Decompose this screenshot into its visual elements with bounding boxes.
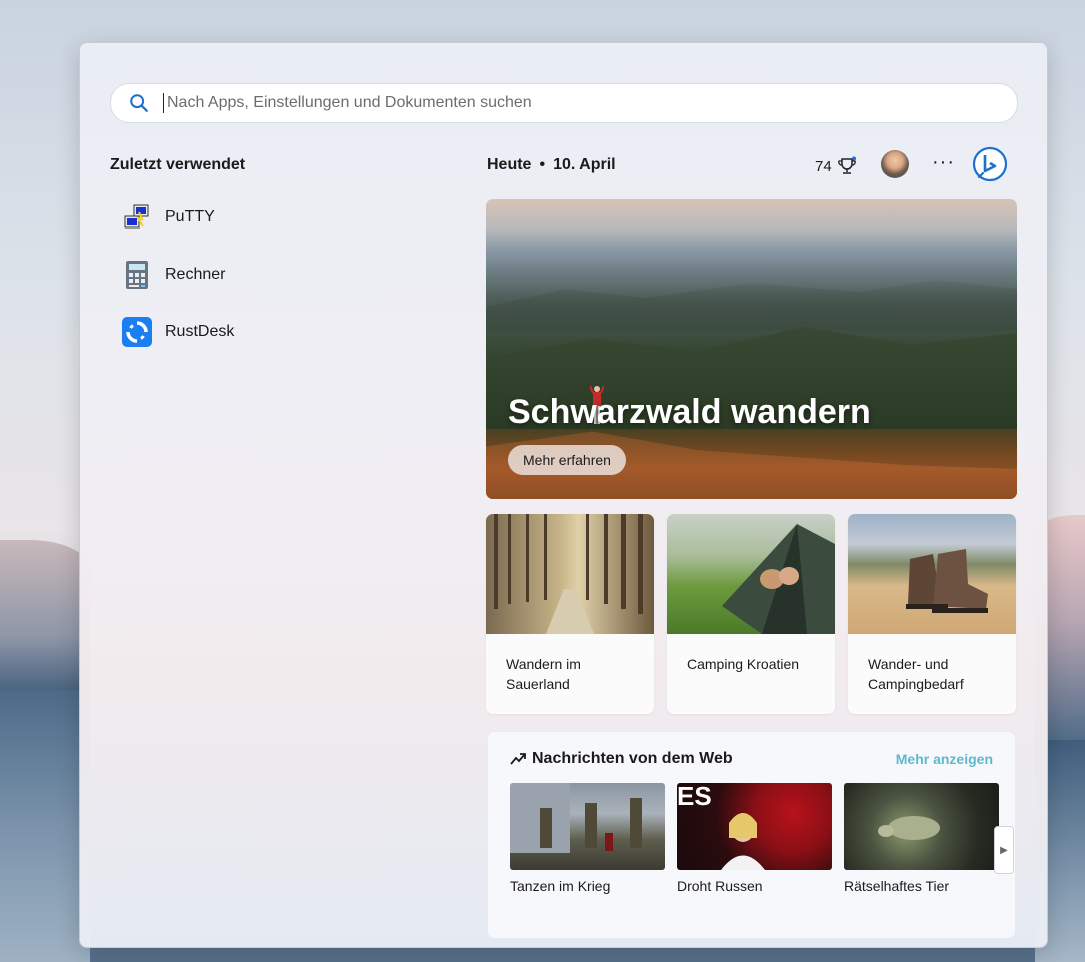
next-arrow-button[interactable]: ▶ — [994, 826, 1014, 874]
rustdesk-icon — [122, 317, 152, 347]
card-image-boots — [848, 514, 1016, 634]
hero-image-ridge — [486, 280, 1017, 331]
hero-card[interactable]: Schwarzwald wandern Mehr erfahren — [486, 199, 1017, 499]
card-image-forest-path — [486, 514, 654, 634]
news-title-text: Nachrichten von dem Web — [532, 750, 733, 767]
search-icon — [130, 94, 148, 112]
svg-text:ES: ES — [677, 783, 712, 811]
background-hill-left — [0, 540, 90, 700]
background-water-left — [0, 690, 90, 962]
trophy-icon — [837, 156, 856, 174]
rewards-points[interactable]: 74 — [815, 156, 857, 176]
news-image-soldiers — [510, 783, 665, 870]
today-label: Heute — [487, 156, 532, 173]
news-caption: Tanzen im Krieg — [510, 878, 611, 894]
user-avatar[interactable] — [881, 150, 909, 178]
show-more-link[interactable]: Mehr anzeigen — [896, 751, 993, 767]
card-label: Wandern im Sauerland — [506, 656, 581, 692]
news-item[interactable]: Rätselhaftes Tier — [844, 783, 999, 894]
news-caption: Droht Russen — [677, 878, 763, 894]
suggestion-card[interactable]: Camping Kroatien — [667, 514, 835, 714]
news-image-speaker: ES — [677, 783, 832, 870]
date-label: 10. April — [553, 156, 616, 173]
trending-icon — [510, 753, 526, 765]
card-label: Camping Kroatien — [687, 656, 800, 672]
news-section-title: Nachrichten von dem Web — [510, 750, 733, 768]
more-options-button[interactable]: ··· — [932, 151, 955, 174]
calculator-icon — [122, 260, 152, 290]
suggestion-card[interactable]: Wander- und Campingbedarf — [848, 514, 1016, 714]
text-caret — [163, 93, 164, 113]
suggestion-card[interactable]: Wandern im Sauerland — [486, 514, 654, 714]
recent-item-putty[interactable]: PuTTY — [122, 201, 215, 233]
recent-item-rustdesk[interactable]: RustDesk — [122, 316, 234, 348]
recent-item-label: RustDesk — [165, 323, 235, 340]
search-panel: Zuletzt verwendet PuTTY — [79, 42, 1048, 948]
bing-icon[interactable] — [972, 146, 1008, 182]
news-caption: Rätselhaftes Tier — [844, 878, 950, 894]
card-label: Wander- und Campingbedarf — [868, 656, 964, 692]
recent-item-label: PuTTY — [165, 208, 215, 225]
recent-item-rechner[interactable]: Rechner — [122, 259, 225, 291]
putty-icon — [122, 202, 152, 232]
card-image-tent — [667, 514, 835, 634]
news-image-animal — [844, 783, 999, 870]
news-item[interactable]: ES Droht Russen — [677, 783, 832, 894]
recent-section-title: Zuletzt verwendet — [110, 156, 246, 173]
hero-title: Schwarzwald wandern — [508, 393, 871, 431]
news-section: Nachrichten von dem Web Mehr anzeigen Ta… — [488, 732, 1015, 938]
recent-item-label: Rechner — [165, 266, 226, 283]
learn-more-button[interactable]: Mehr erfahren — [508, 445, 626, 475]
search-input[interactable] — [165, 93, 969, 113]
separator-dot: • — [539, 156, 546, 173]
news-item[interactable]: Tanzen im Krieg — [510, 783, 665, 894]
today-date-header: Heute • 10. April — [487, 156, 616, 174]
search-box[interactable] — [110, 83, 1018, 123]
rewards-points-value: 74 — [815, 157, 832, 175]
